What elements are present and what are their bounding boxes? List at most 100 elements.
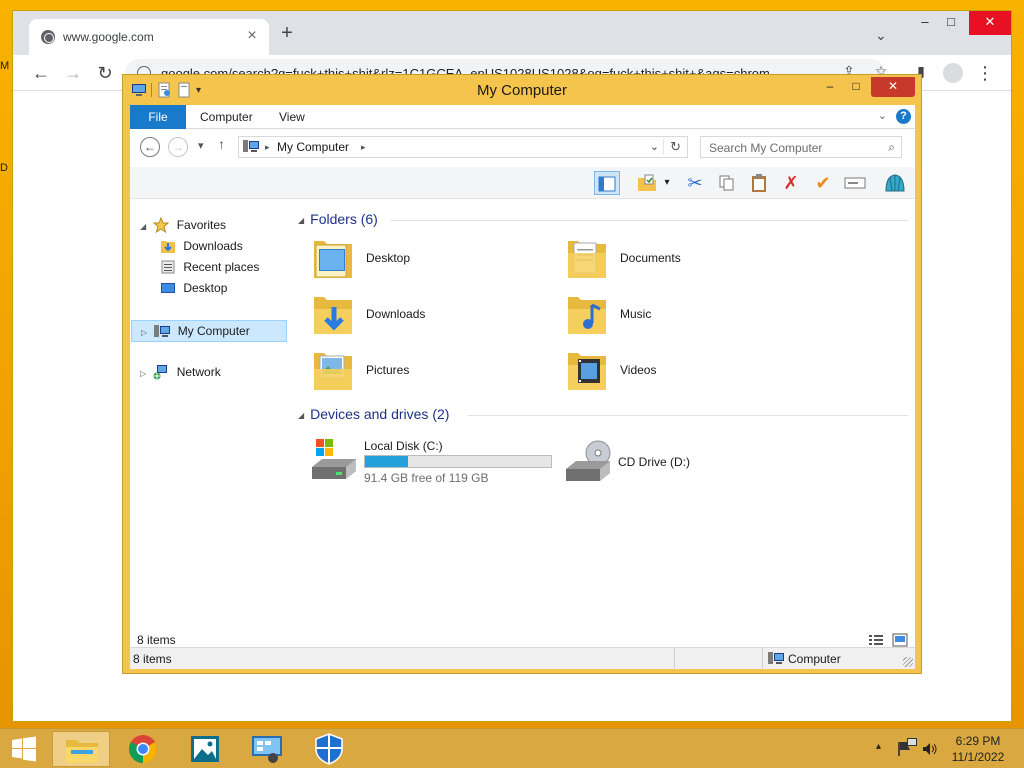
- status-zone: Computer: [788, 652, 841, 666]
- recent-locations-icon[interactable]: ▾: [198, 139, 204, 152]
- search-icon[interactable]: ⌕: [888, 140, 895, 155]
- devices-group-header[interactable]: ◢ Devices and drives (2): [298, 406, 449, 426]
- tray-overflow-icon[interactable]: ▴: [876, 741, 881, 752]
- breadcrumb[interactable]: My Computer: [277, 140, 349, 154]
- collapse-triangle-icon[interactable]: ◢: [298, 411, 304, 420]
- chrome-maximize-button[interactable]: □: [935, 11, 967, 35]
- tab-file[interactable]: File: [130, 105, 186, 129]
- preview-pane-button[interactable]: [594, 171, 620, 195]
- copy-button[interactable]: [714, 171, 740, 195]
- nav-label: Favorites: [176, 218, 227, 232]
- properties-button[interactable]: [634, 171, 660, 195]
- drive-item-cd-drive[interactable]: CD Drive (D:): [564, 439, 814, 491]
- taskbar-remote-desktop[interactable]: [238, 731, 296, 767]
- back-arrow-icon[interactable]: ←: [29, 61, 53, 85]
- chrome-close-button[interactable]: ✕: [969, 11, 1011, 35]
- details-view-icon[interactable]: [868, 633, 884, 647]
- nav-item-favorites[interactable]: ◢ Favorites: [140, 215, 226, 235]
- help-icon[interactable]: ?: [896, 109, 911, 124]
- delete-icon[interactable]: ✗: [778, 171, 804, 195]
- recent-places-icon: [161, 260, 175, 274]
- folder-item-desktop[interactable]: Desktop: [310, 235, 550, 287]
- rename-button[interactable]: [842, 171, 868, 195]
- checkmark-icon[interactable]: ✔: [810, 171, 836, 195]
- tab-search-icon[interactable]: ⌄: [875, 27, 887, 44]
- expand-ribbon-icon[interactable]: ⌄: [878, 109, 887, 122]
- status-separator: [762, 648, 763, 670]
- computer-icon: [243, 140, 259, 152]
- drive-item-local-disk[interactable]: Local Disk (C:) 91.4 GB free of 119 GB: [310, 439, 560, 491]
- folder-item-music[interactable]: Music: [564, 291, 804, 343]
- resize-grip-icon[interactable]: [903, 657, 913, 667]
- breadcrumb-separator-icon[interactable]: ▸: [265, 142, 270, 153]
- chrome-menu-icon[interactable]: ⋮: [975, 63, 995, 83]
- volume-icon[interactable]: [922, 741, 938, 757]
- ribbon-tabs: File Computer View ⌄ ?: [130, 105, 915, 129]
- rename-icon: [844, 177, 866, 189]
- forward-arrow-icon[interactable]: →: [61, 61, 85, 85]
- properties-dropdown-icon[interactable]: ▾: [660, 171, 674, 195]
- tab-close-icon[interactable]: ×: [243, 27, 261, 45]
- globe-icon: [41, 30, 55, 44]
- browser-tab[interactable]: www.google.com ×: [29, 19, 269, 55]
- up-arrow-icon[interactable]: ↑: [218, 136, 225, 152]
- address-box[interactable]: ▸ My Computer ▸ ⌄ ↻: [238, 136, 688, 158]
- collapse-triangle-icon[interactable]: ◢: [298, 216, 304, 225]
- status-item-count: 8 items: [133, 652, 172, 666]
- reload-icon[interactable]: ↻: [93, 61, 117, 85]
- tab-view[interactable]: View: [279, 105, 305, 129]
- search-input[interactable]: Search My Computer ⌕: [700, 136, 902, 158]
- nav-label: Recent places: [183, 260, 260, 274]
- clock-date: 11/1/2022: [951, 750, 1005, 764]
- minimize-button[interactable]: –: [819, 77, 841, 97]
- folders-group-header[interactable]: ◢ Folders (6): [298, 211, 378, 231]
- nav-item-desktop[interactable]: Desktop: [160, 278, 227, 298]
- desktop-icon: [161, 282, 175, 293]
- refresh-icon[interactable]: ↻: [663, 139, 681, 155]
- collapsed-triangle-icon[interactable]: ▷: [141, 323, 151, 343]
- drive-label: CD Drive (D:): [618, 455, 690, 469]
- nav-item-downloads[interactable]: Downloads: [160, 236, 243, 256]
- new-tab-button[interactable]: +: [275, 23, 299, 43]
- desktop-icon-label-fragment: D: [0, 162, 8, 174]
- folder-label: Documents: [620, 251, 681, 265]
- network-tray-icon[interactable]: [906, 737, 918, 749]
- cut-icon[interactable]: ✂: [682, 171, 708, 195]
- content-pane: ◢ Folders (6) Desktop Documents Download…: [290, 199, 915, 629]
- taskbar-chrome[interactable]: [114, 731, 172, 767]
- nav-item-my-computer[interactable]: ▷ My Computer: [131, 320, 287, 342]
- folder-item-documents[interactable]: Documents: [564, 235, 804, 287]
- tab-title: www.google.com: [63, 30, 154, 44]
- preview-pane-icon: [598, 176, 616, 192]
- group-divider: [390, 220, 908, 221]
- pictures-folder-icon: [314, 353, 352, 390]
- nav-item-recent-places[interactable]: Recent places: [160, 257, 259, 277]
- taskbar-photos[interactable]: [176, 731, 234, 767]
- system-clock[interactable]: 6:29 PM 11/1/2022: [940, 733, 1016, 765]
- folder-item-downloads[interactable]: Downloads: [310, 291, 550, 343]
- file-explorer-icon: [66, 740, 98, 763]
- collapsed-triangle-icon[interactable]: ▷: [140, 364, 150, 384]
- taskbar-defender[interactable]: [300, 731, 358, 767]
- start-button[interactable]: [0, 729, 48, 768]
- back-button[interactable]: ←: [140, 137, 160, 157]
- profile-avatar-icon[interactable]: [943, 63, 963, 83]
- paste-button[interactable]: [746, 171, 772, 195]
- address-dropdown-icon[interactable]: ⌄: [650, 140, 659, 153]
- breadcrumb-separator-icon[interactable]: ▸: [361, 142, 366, 153]
- tab-computer[interactable]: Computer: [200, 105, 253, 129]
- nav-item-network[interactable]: ▷ Network: [140, 362, 221, 382]
- close-button[interactable]: ✕: [871, 77, 915, 97]
- shell-button[interactable]: [882, 171, 908, 195]
- large-icons-view-icon[interactable]: [892, 633, 908, 647]
- folder-item-videos[interactable]: Videos: [564, 347, 804, 399]
- folder-item-pictures[interactable]: Pictures: [310, 347, 550, 399]
- taskbar-file-explorer[interactable]: [52, 731, 110, 767]
- forward-button[interactable]: →: [168, 137, 188, 157]
- disk-usage-fill: [365, 456, 409, 467]
- expand-triangle-icon[interactable]: ◢: [140, 217, 150, 237]
- explorer-title-bar[interactable]: ▾ My Computer – □ ✕: [123, 75, 921, 105]
- folder-label: Videos: [620, 363, 657, 377]
- maximize-button[interactable]: □: [845, 77, 867, 97]
- videos-folder-icon: [568, 353, 606, 390]
